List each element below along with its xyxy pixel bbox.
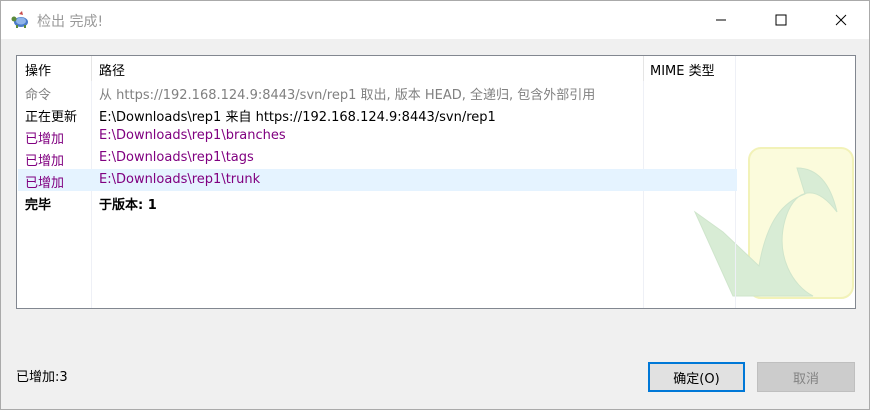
row-action: 完毕 — [25, 198, 52, 213]
column-header-action[interactable]: 操作 — [25, 60, 51, 79]
row-path: 于版本: 1 — [99, 198, 157, 213]
close-icon — [835, 14, 847, 26]
window-title: 检出 完成! — [37, 14, 104, 30]
column-header-separator[interactable] — [643, 56, 644, 81]
ok-button[interactable]: 确定(O) — [648, 362, 745, 392]
tortoisesvn-icon — [10, 10, 30, 30]
cancel-button[interactable]: 取消 — [757, 362, 855, 392]
row-path: E:\Downloads\rep1 来自 https://192.168.124… — [99, 110, 496, 125]
row-action: 已增加 — [25, 132, 65, 147]
row-action: 已增加 — [25, 154, 65, 169]
column-header-mime[interactable]: MIME 类型 — [650, 60, 715, 79]
row-action: 正在更新 — [25, 110, 78, 125]
results-list[interactable]: 操作 路径 MIME 类型 命令 从 https://192.168.124.9… — [16, 55, 856, 309]
dialog-window: 检出 完成! 操作 路径 MIME 类型 命令 从 https://192.16… — [0, 0, 870, 410]
maximize-button[interactable] — [758, 1, 804, 39]
list-row-update[interactable]: 正在更新 E:\Downloads\rep1 来自 https://192.16… — [18, 103, 737, 125]
list-row-command[interactable]: 命令 从 https://192.168.124.9:8443/svn/rep1… — [18, 81, 737, 103]
close-button[interactable] — [818, 1, 864, 39]
maximize-icon — [775, 14, 787, 26]
row-path: E:\Downloads\rep1\trunk — [99, 172, 261, 187]
status-text: 已增加:3 — [16, 370, 68, 385]
list-row-added[interactable]: 已增加 E:\Downloads\rep1\branches — [18, 125, 737, 147]
title-bar[interactable]: 检出 完成! — [1, 1, 869, 39]
minimize-icon — [715, 14, 727, 26]
list-row-added[interactable]: 已增加 E:\Downloads\rep1\tags — [18, 147, 737, 169]
column-header-path[interactable]: 路径 — [99, 60, 125, 79]
row-action: 命令 — [25, 88, 52, 103]
minimize-button[interactable] — [698, 1, 744, 39]
row-path: 从 https://192.168.124.9:8443/svn/rep1 取出… — [99, 88, 596, 103]
column-header-separator[interactable] — [91, 56, 92, 81]
list-row-added-selected[interactable]: 已增加 E:\Downloads\rep1\trunk — [18, 169, 737, 191]
row-action: 已增加 — [25, 176, 65, 191]
row-path: E:\Downloads\rep1\tags — [99, 150, 254, 165]
list-header: 操作 路径 MIME 类型 — [17, 56, 737, 81]
row-path: E:\Downloads\rep1\branches — [99, 128, 286, 143]
list-row-done[interactable]: 完毕 于版本: 1 — [18, 191, 737, 213]
